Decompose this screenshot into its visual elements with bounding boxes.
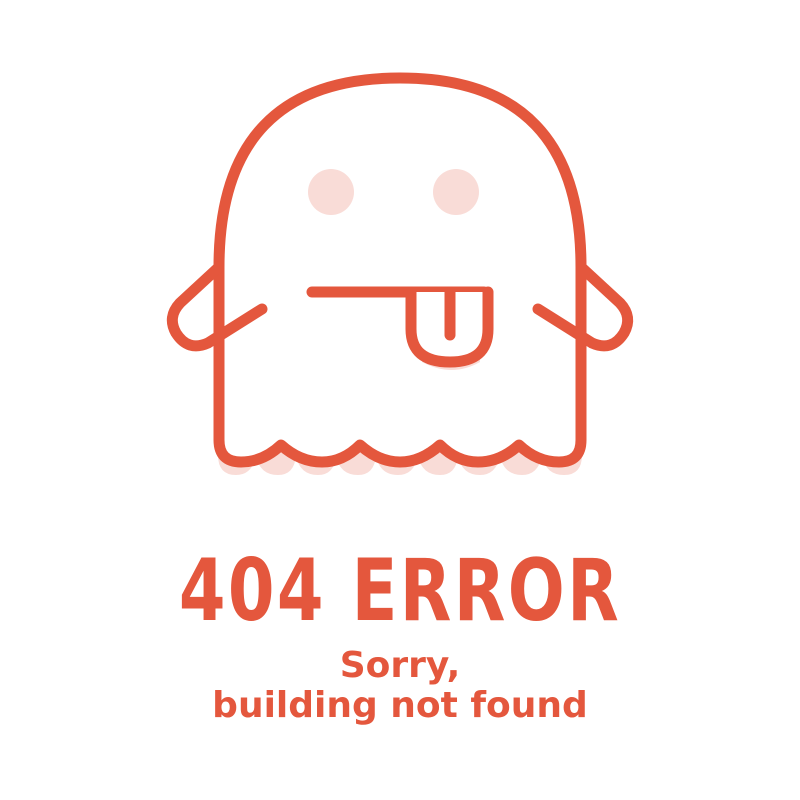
ghost-illustration xyxy=(0,0,800,520)
error-message-line-2: building not found xyxy=(212,685,588,726)
ghost-body-outline xyxy=(213,72,587,468)
ghost-left-eye xyxy=(308,169,354,215)
error-message-line-1: Sorry, xyxy=(339,645,461,686)
ghost-right-eye xyxy=(433,169,479,215)
ghost-icon xyxy=(166,72,634,475)
error-title: 404 ERROR xyxy=(178,541,622,641)
error-message: Sorry, building not found xyxy=(0,646,800,726)
